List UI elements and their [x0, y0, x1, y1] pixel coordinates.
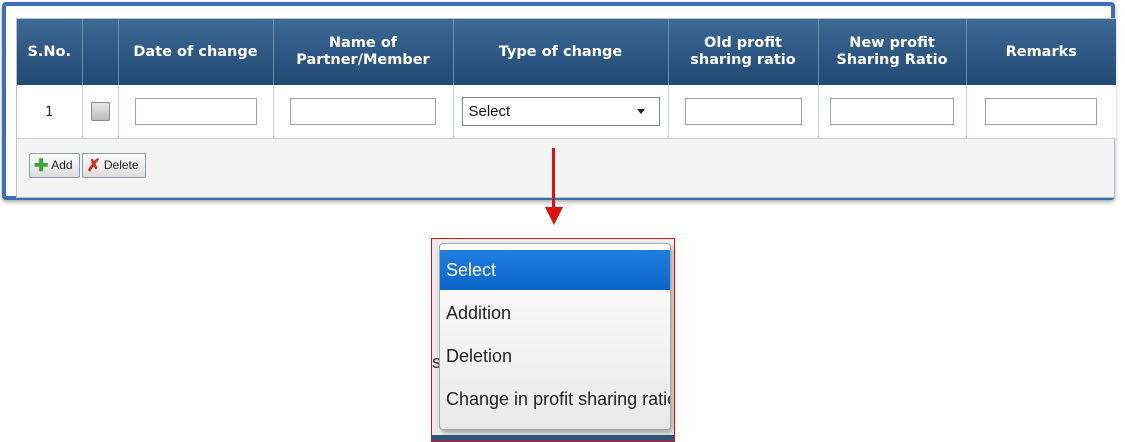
dropdown-option-change-ratio[interactable]: Change in profit sharing ratio [440, 379, 670, 419]
partner-name-input[interactable] [290, 98, 436, 125]
remarks-input[interactable] [985, 98, 1098, 125]
arrow-down-icon [552, 148, 555, 210]
arrow-head [545, 207, 563, 225]
zoom-header-edge [432, 435, 674, 441]
dropdown-option-select[interactable]: Select [440, 250, 670, 290]
cell-sno: 1 [17, 85, 83, 139]
date-of-change-input[interactable] [134, 98, 257, 125]
delete-button-label: Delete [103, 158, 139, 172]
row-sno: 1 [45, 104, 54, 120]
add-button-label: Add [51, 158, 73, 172]
grid-frame: S.No. Date of change Name of Partner/Mem… [2, 2, 1116, 200]
partner-change-table: S.No. Date of change Name of Partner/Mem… [17, 19, 1116, 139]
old-profit-ratio-input[interactable] [684, 98, 802, 125]
header-new-profit-ratio: New profit Sharing Ratio [818, 19, 967, 85]
cell-date [118, 85, 274, 139]
header-remarks: Remarks [966, 19, 1116, 85]
cell-checkbox [82, 85, 119, 139]
cell-type: Select [453, 85, 669, 139]
add-button[interactable]: ✚ Add [29, 153, 80, 178]
dropdown-option-addition[interactable]: Addition [440, 293, 670, 333]
plus-icon: ✚ [34, 156, 49, 176]
delete-x-icon: ✗ [86, 156, 101, 176]
header-row: S.No. Date of change Name of Partner/Mem… [17, 19, 1116, 85]
cell-remarks [966, 85, 1116, 139]
delete-button[interactable]: ✗ Delete [81, 153, 146, 178]
header-checkbox [82, 19, 119, 85]
header-old-profit-ratio: Old profit sharing ratio [668, 19, 819, 85]
dropdown-option-deletion[interactable]: Deletion [440, 336, 670, 376]
type-of-change-select[interactable]: Select [461, 97, 660, 126]
cell-new-ratio [818, 85, 967, 139]
header-type-of-change: Type of change [453, 19, 669, 85]
table-row: 1 Select [17, 85, 1116, 139]
chevron-down-icon [636, 109, 645, 114]
zoom-background [432, 239, 438, 441]
cell-name [273, 85, 454, 139]
partner-change-grid: S.No. Date of change Name of Partner/Mem… [16, 18, 1116, 198]
row-select-checkbox[interactable] [90, 102, 110, 121]
button-bar: ✚ Add ✗ Delete [29, 153, 148, 178]
type-of-change-value: Select [468, 103, 511, 120]
header-date-of-change: Date of change [118, 19, 274, 85]
cell-old-ratio [668, 85, 819, 139]
new-profit-ratio-input[interactable] [830, 98, 954, 125]
header-name-of-partner: Name of Partner/Member [273, 19, 454, 85]
type-of-change-dropdown: Select Addition Deletion Change in profi… [439, 243, 671, 430]
header-sno: S.No. [17, 19, 83, 85]
